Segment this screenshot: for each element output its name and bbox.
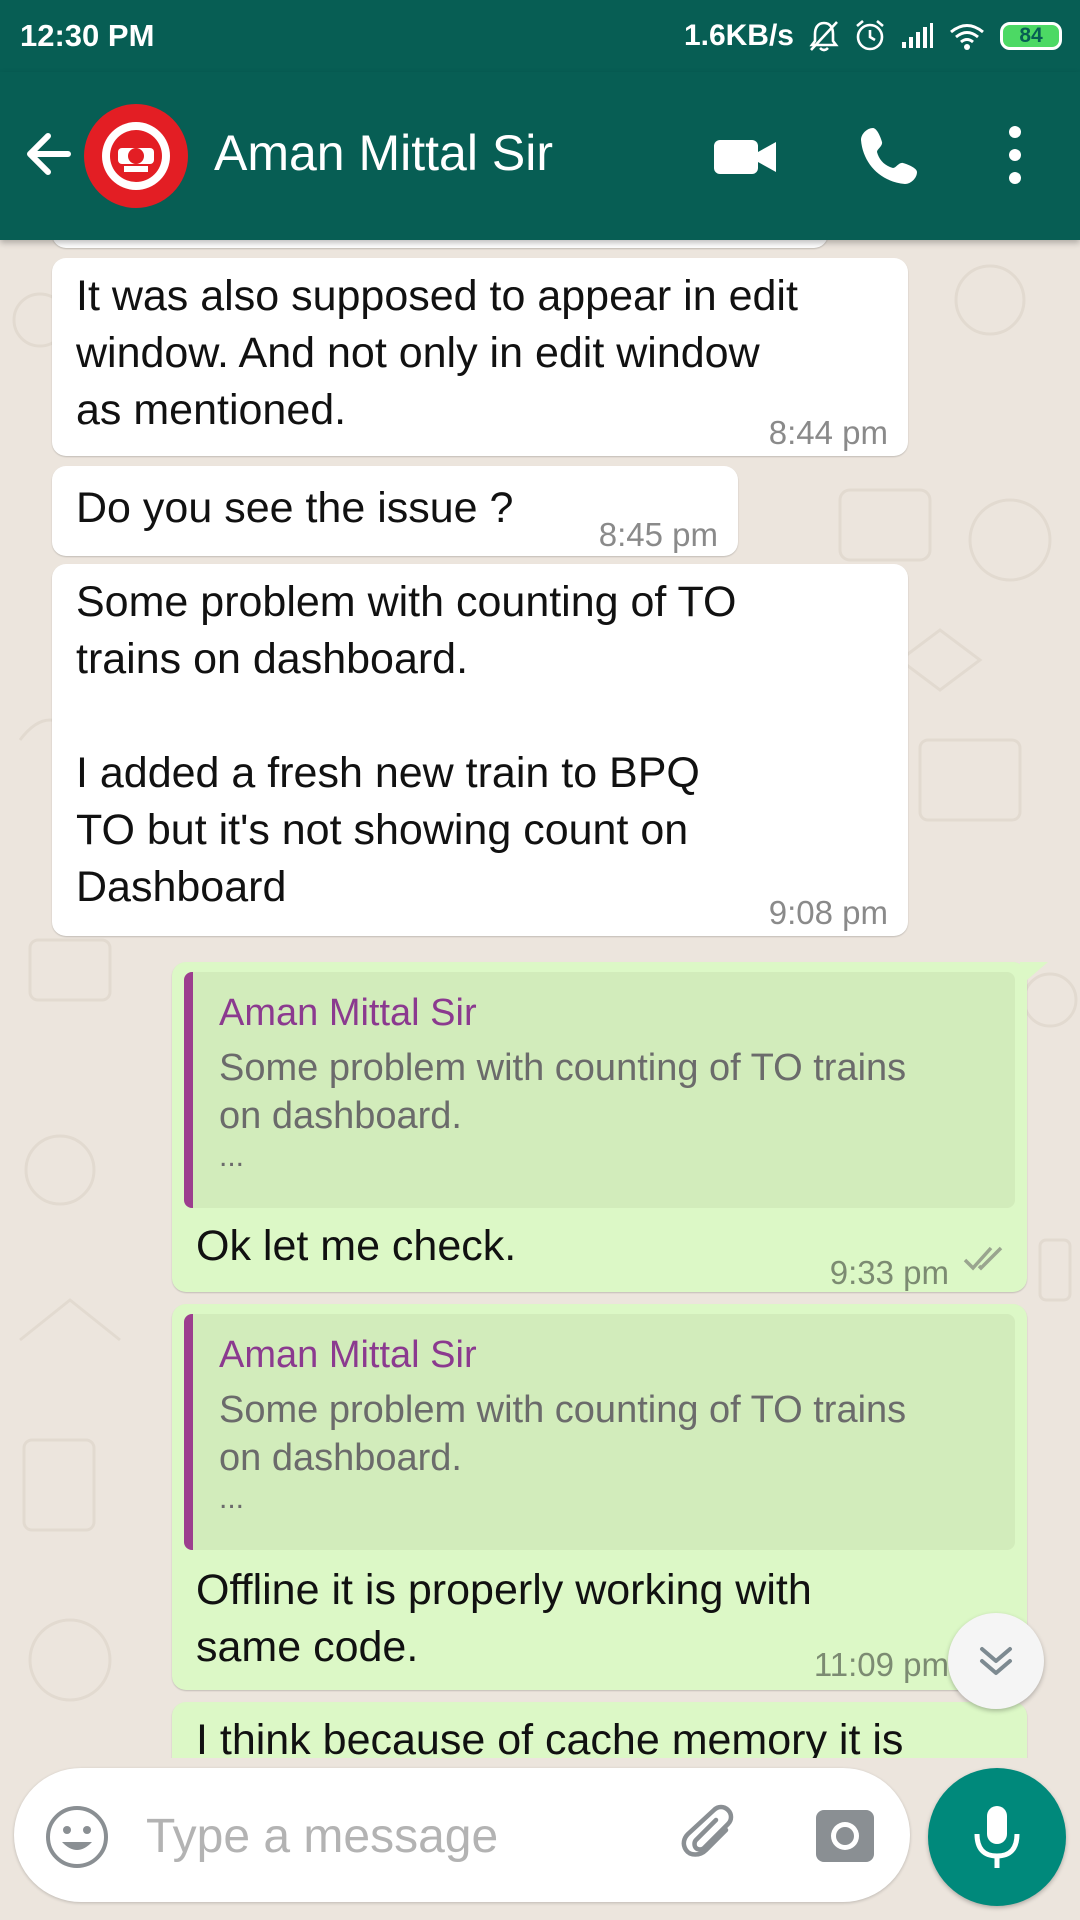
message-bubble-outgoing[interactable]: Aman Mittal Sir Some problem with counti… <box>172 1304 1027 1690</box>
message-text: Some problem with counting of TO trains … <box>76 578 737 911</box>
message-bubble[interactable]: Some problem with counting of TO trains … <box>52 564 908 936</box>
message-bubble-outgoing[interactable]: I think because of cache memory it is <box>172 1702 1027 1758</box>
signal-icon <box>902 23 933 48</box>
double-chevron-down-icon <box>980 1647 1012 1675</box>
message-time: 8:44 pm <box>768 414 888 451</box>
message-time: 8:45 pm <box>598 516 718 553</box>
back-arrow-icon[interactable] <box>18 122 82 186</box>
more-vert-icon[interactable] <box>990 120 1040 190</box>
avatar[interactable] <box>84 104 188 208</box>
message-bubble-partial <box>52 240 828 248</box>
status-bar: 12:30 PM 1.6KB/s 84 <box>0 0 1080 72</box>
attach-icon[interactable] <box>676 1800 746 1870</box>
message-text: It was also supposed to appear in edit w… <box>76 272 798 434</box>
phone-icon[interactable] <box>855 120 925 190</box>
message-time: 11:09 pm <box>813 1646 949 1683</box>
message-time: 9:33 pm <box>829 1254 949 1291</box>
quote-author: Aman Mittal Sir <box>219 992 477 1034</box>
mic-button[interactable] <box>928 1768 1066 1906</box>
quote-author: Aman Mittal Sir <box>219 1334 477 1376</box>
message-text: Do you see the issue ? <box>76 484 514 532</box>
message-input[interactable] <box>144 1798 568 1874</box>
contact-name[interactable]: Aman Mittal Sir <box>214 124 553 182</box>
mic-icon <box>974 1806 1020 1868</box>
quoted-message[interactable]: Aman Mittal Sir Some problem with counti… <box>184 1314 1015 1550</box>
quote-text: Some problem with counting of TO trains … <box>219 1389 907 1479</box>
message-bubble[interactable]: Do you see the issue ? 8:45 pm <box>52 466 738 556</box>
scroll-to-bottom-button[interactable] <box>948 1613 1044 1709</box>
read-ticks-icon <box>963 1246 1003 1271</box>
chat-header: Aman Mittal Sir <box>0 72 1080 240</box>
battery-level: 84 <box>1019 24 1043 47</box>
wifi-icon <box>950 24 984 50</box>
message-composer <box>14 1768 910 1902</box>
video-call-icon[interactable] <box>710 122 780 192</box>
battery-icon: 84 <box>1000 22 1062 50</box>
status-icons: 1.6KB/s 84 <box>684 19 1062 53</box>
network-speed: 1.6KB/s <box>683 19 794 52</box>
alarm-icon <box>856 20 884 51</box>
quote-ellipsis: ... <box>219 1482 245 1515</box>
status-time: 12:30 PM <box>20 18 155 53</box>
quote-text: Some problem with counting of TO trains … <box>219 1047 907 1137</box>
message-bubble[interactable]: It was also supposed to appear in edit w… <box>52 258 908 456</box>
camera-icon[interactable] <box>812 1802 878 1868</box>
message-text: I think because of cache memory it is <box>196 1716 904 1758</box>
muted-bell-icon <box>809 21 839 52</box>
message-time: 9:08 pm <box>768 894 888 931</box>
chat-area[interactable]: It was also supposed to appear in edit w… <box>0 240 1080 1758</box>
message-bubble-outgoing[interactable]: Aman Mittal Sir Some problem with counti… <box>172 962 1027 1292</box>
bubble-tail <box>1020 962 1048 986</box>
quote-ellipsis: ... <box>219 1140 245 1173</box>
emoji-icon[interactable] <box>44 1804 110 1870</box>
message-text: Offline it is properly working with same… <box>196 1566 812 1671</box>
quoted-message[interactable]: Aman Mittal Sir Some problem with counti… <box>184 972 1015 1208</box>
message-text: Ok let me check. <box>196 1222 517 1270</box>
indian-railways-logo-icon <box>86 106 186 206</box>
